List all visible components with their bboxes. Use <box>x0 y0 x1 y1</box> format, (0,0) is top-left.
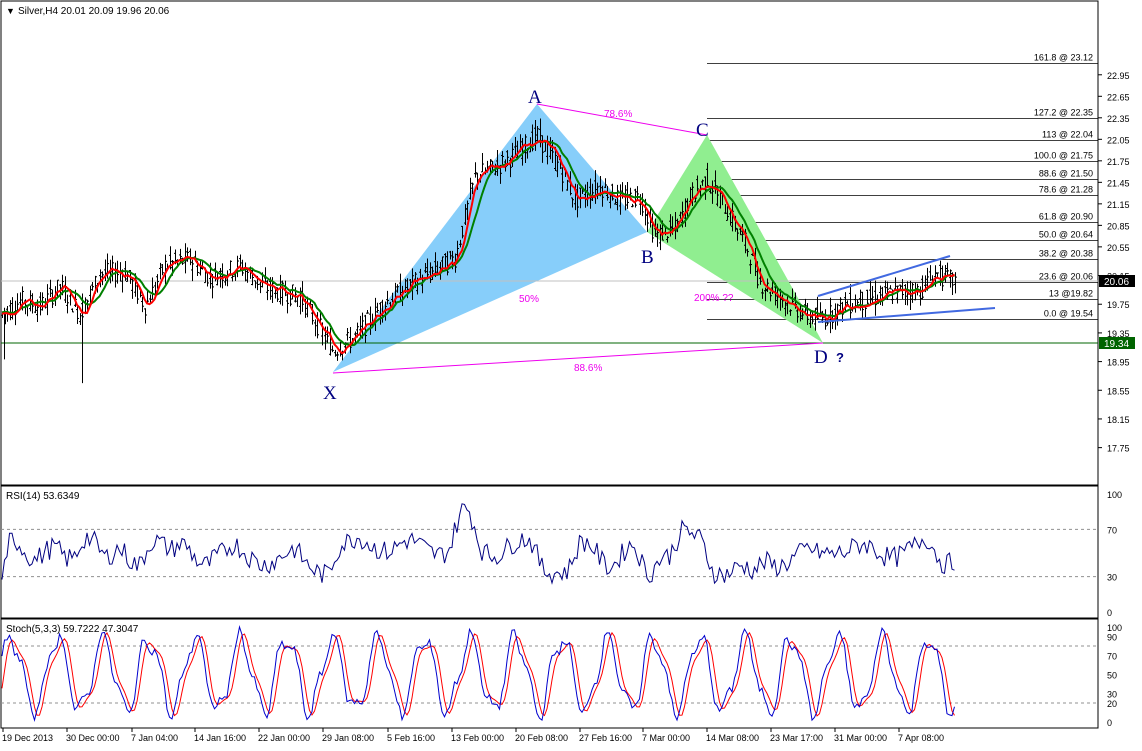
fib-label: 113 @ 22.04 <box>1042 130 1093 140</box>
fib-label: 0.0 @ 19.54 <box>1044 309 1093 319</box>
stoch-tick-label: 100 <box>1107 623 1122 633</box>
price-tick-label: 22.65 <box>1107 92 1130 102</box>
price-tick-label: 21.15 <box>1107 200 1130 210</box>
time-tick-label: 22 Jan 00:00 <box>258 733 310 743</box>
fib-label: 161.8 @ 23.12 <box>1034 53 1093 63</box>
time-tick-label: 20 Feb 08:00 <box>515 733 568 743</box>
time-tick-label: 19 Dec 2013 <box>2 733 53 743</box>
fib-label: 100.0 @ 21.75 <box>1034 151 1093 161</box>
ratio-bd: 200% ?? <box>694 293 734 304</box>
stoch-title: Stoch(5,3,3) 59.7222 47.3047 <box>6 624 139 635</box>
fib-label: 61.8 @ 20.90 <box>1039 212 1093 222</box>
label-c: C <box>696 120 709 141</box>
rsi-panel <box>0 485 1099 619</box>
time-tick-label: 7 Mar 00:00 <box>642 733 690 743</box>
time-tick-label: 13 Feb 00:00 <box>451 733 504 743</box>
main-title: Silver,H4 20.01 20.09 19.96 20.06 <box>18 6 170 17</box>
time-tick-label: 5 Feb 16:00 <box>387 733 435 743</box>
time-tick-label: 14 Mar 08:00 <box>706 733 759 743</box>
stoch-tick-label: 90 <box>1107 633 1117 643</box>
label-d: D <box>814 347 828 368</box>
chart-canvas: 161.8 @ 23.12 127.2 @ 22.35 113 @ 22.04 100… <box>0 0 1135 743</box>
header-triangle: ▼ <box>6 6 15 16</box>
price-tick-label: 22.35 <box>1107 114 1130 124</box>
stoch-tick-label: 50 <box>1107 671 1117 681</box>
fib-label: 38.2 @ 20.38 <box>1039 249 1093 259</box>
fib-label: 50.0 @ 20.64 <box>1039 230 1093 240</box>
fib-label: 88.6 @ 21.50 <box>1039 169 1093 179</box>
rsi-tick-label: 100 <box>1107 490 1122 500</box>
rsi-tick-label: 70 <box>1107 525 1117 535</box>
current-price-label: 20.06 <box>1104 277 1129 288</box>
fib-label: 13 @19.82 <box>1049 289 1093 299</box>
stoch-tick-label: 0 <box>1107 718 1112 728</box>
price-tick-label: 18.55 <box>1107 386 1130 396</box>
stoch-tick-label: 20 <box>1107 699 1117 709</box>
stoch-tick-label: 70 <box>1107 652 1117 662</box>
label-a: A <box>528 87 542 108</box>
price-tick-label: 20.85 <box>1107 221 1130 231</box>
price-tick-label: 21.45 <box>1107 178 1130 188</box>
time-tick-label: 7 Jan 04:00 <box>131 733 178 743</box>
label-b: B <box>641 247 654 268</box>
ratio-xd: 88.6% <box>574 363 602 374</box>
support-price-label: 19.34 <box>1104 339 1129 350</box>
price-tick-label: 18.15 <box>1107 415 1130 425</box>
price-tick-label: 21.75 <box>1107 157 1130 167</box>
time-tick-label: 14 Jan 16:00 <box>194 733 246 743</box>
rsi-title: RSI(14) 53.6349 <box>6 491 80 502</box>
price-tick-label: 22.05 <box>1107 135 1130 145</box>
time-tick-label: 29 Jan 08:00 <box>322 733 374 743</box>
price-tick-label: 19.75 <box>1107 300 1130 310</box>
price-tick-label: 22.95 <box>1107 71 1130 81</box>
fib-label: 127.2 @ 22.35 <box>1034 108 1093 118</box>
label-x: X <box>323 383 337 404</box>
rsi-tick-label: 30 <box>1107 573 1117 583</box>
time-tick-label: 23 Mar 17:00 <box>770 733 823 743</box>
time-tick-label: 30 Dec 00:00 <box>66 733 120 743</box>
label-question: ? <box>836 350 844 365</box>
time-tick-label: 7 Apr 08:00 <box>898 733 944 743</box>
ratio-ac: 78.6% <box>604 109 632 120</box>
stoch-tick-label: 30 <box>1107 690 1117 700</box>
price-axis: 22.95 22.65 22.35 22.05 21.75 21.45 21.15 20.85… <box>1098 71 1130 454</box>
time-tick-label: 27 Feb 16:00 <box>579 733 632 743</box>
price-tick-label: 20.55 <box>1107 243 1130 253</box>
fib-label: 23.6 @ 20.06 <box>1039 272 1093 282</box>
price-tick-label: 17.75 <box>1107 444 1130 454</box>
time-axis: 19 Dec 2013 30 Dec 00:00 7 Jan 04:00 14 Jan… <box>2 728 944 743</box>
fib-label: 78.6 @ 21.28 <box>1039 185 1093 195</box>
ratio-xab: 50% <box>519 294 539 305</box>
rsi-tick-label: 0 <box>1107 608 1112 618</box>
time-tick-label: 31 Mar 00:00 <box>834 733 887 743</box>
price-tick-label: 18.95 <box>1107 358 1130 368</box>
